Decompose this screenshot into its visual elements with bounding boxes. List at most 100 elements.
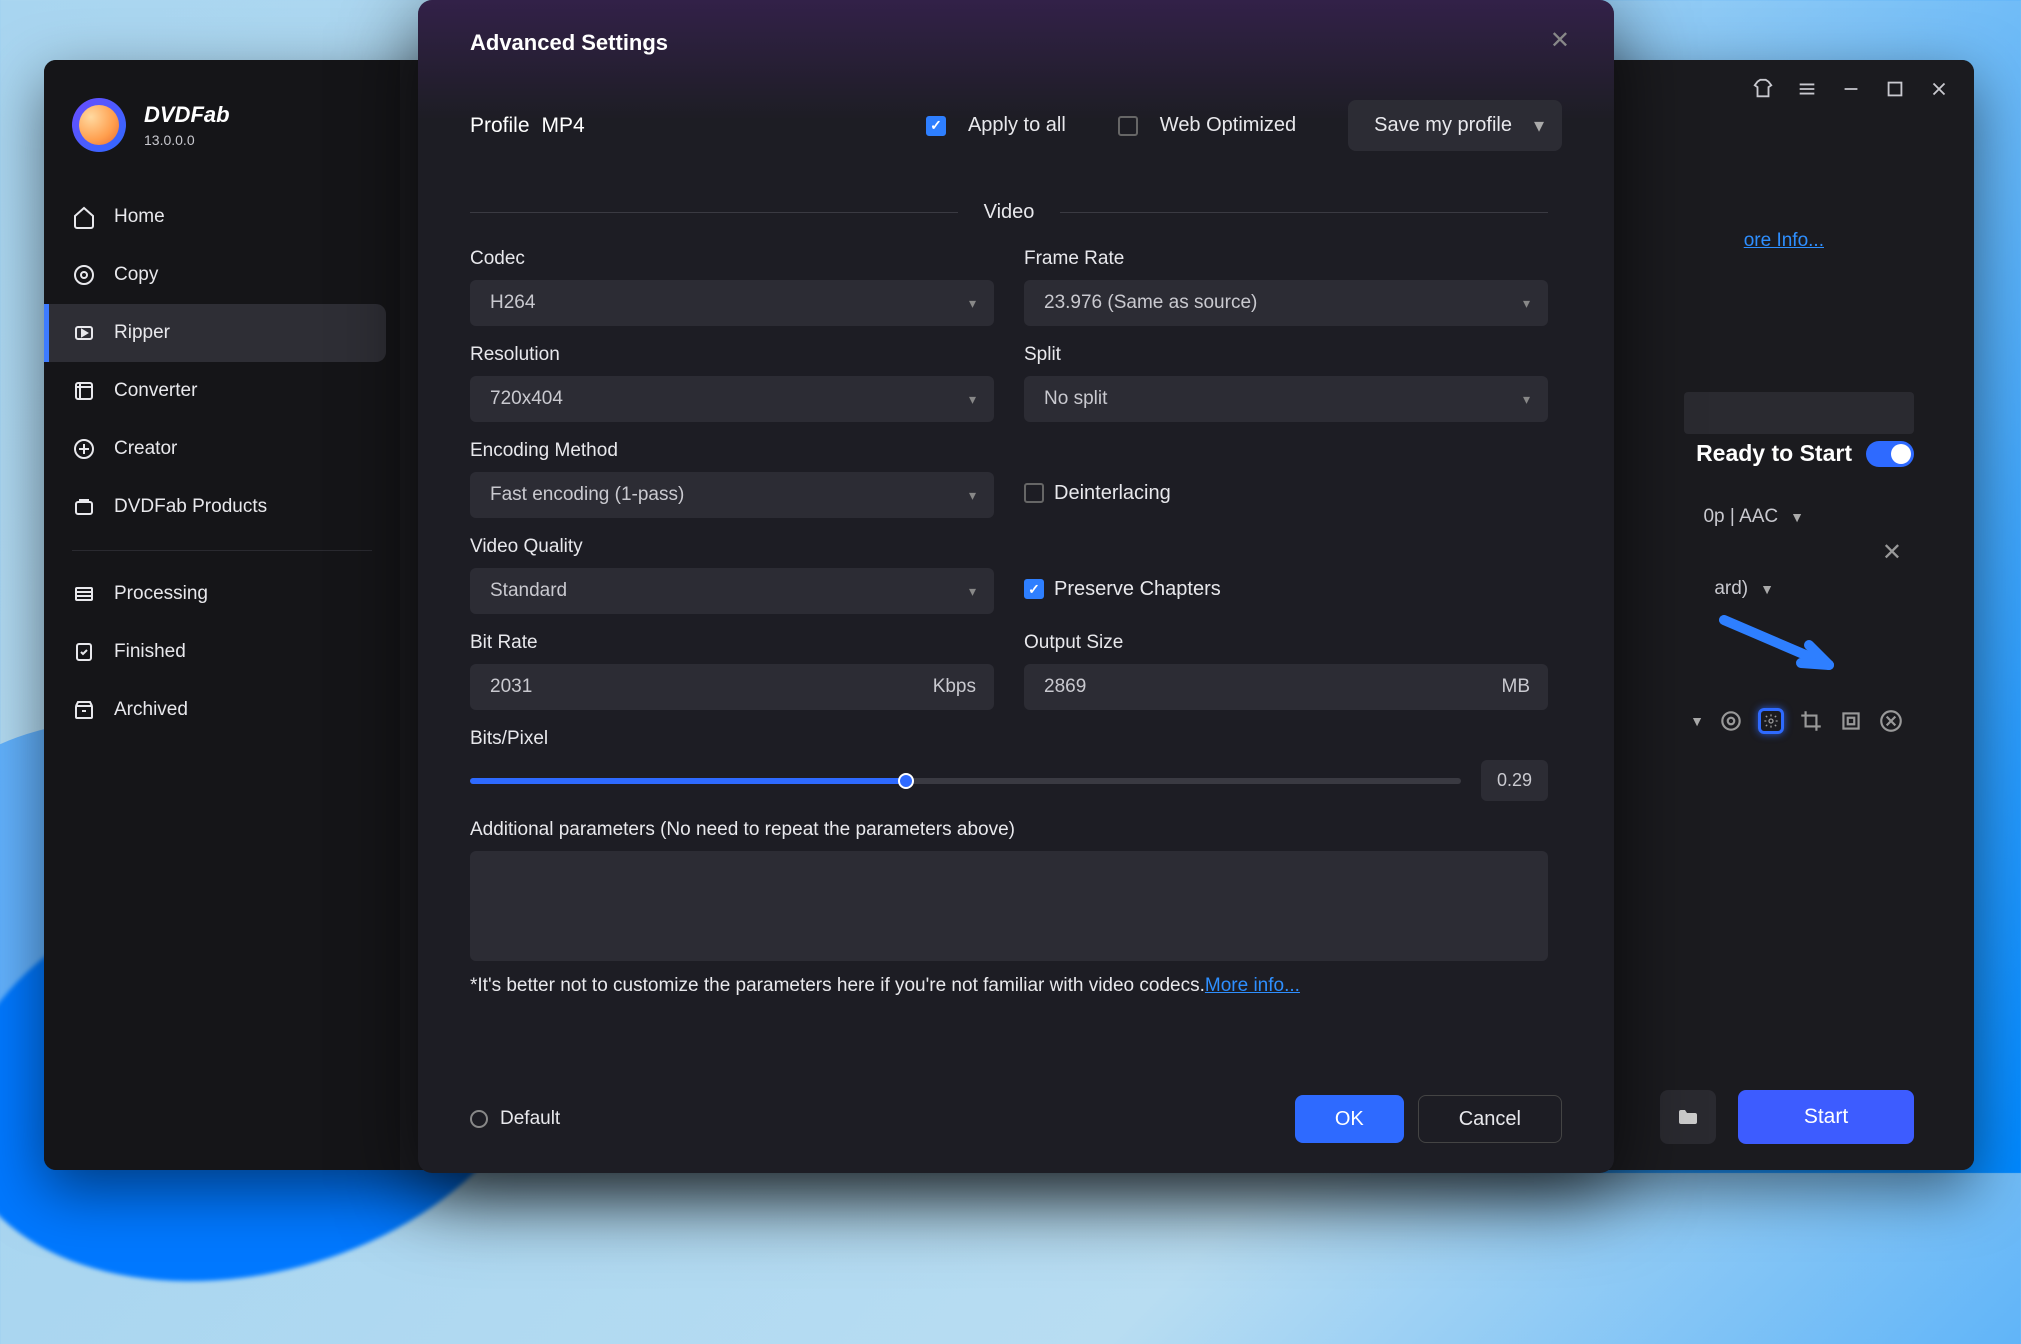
chevron-down-icon[interactable]: ▼ <box>1760 581 1774 597</box>
target-icon[interactable] <box>1718 708 1744 734</box>
encoding-value: Fast encoding (1-pass) <box>490 484 684 506</box>
advanced-settings-dialog: Advanced Settings ✕ Profile MP4 Apply to… <box>418 0 1614 1173</box>
sidebar-label: DVDFab Products <box>114 496 267 518</box>
resolution-value: 720x404 <box>490 388 563 410</box>
framerate-value: 23.976 (Same as source) <box>1044 292 1257 314</box>
quality-value: Standard <box>490 580 567 602</box>
sidebar-label: Home <box>114 206 165 228</box>
outputsize-input[interactable]: 2869 MB <box>1024 664 1548 710</box>
ripper-icon <box>72 321 96 345</box>
sidebar-item-ripper[interactable]: Ripper <box>44 304 386 362</box>
arrow-annotation-icon <box>1719 615 1839 675</box>
default-radio[interactable] <box>470 1110 488 1128</box>
apply-to-all-checkbox[interactable] <box>926 116 946 136</box>
archived-icon <box>72 698 96 722</box>
deinterlacing-checkbox[interactable] <box>1024 483 1044 503</box>
brand: DVDFab 13.0.0.0 <box>44 98 400 152</box>
split-label: Split <box>1024 344 1548 366</box>
codec-select[interactable]: H264 <box>470 280 994 326</box>
dialog-title: Advanced Settings <box>470 30 1562 56</box>
sidebar-item-converter[interactable]: Converter <box>44 362 400 420</box>
hint-text: *It's better not to customize the parame… <box>470 975 1205 996</box>
minimize-icon[interactable] <box>1840 78 1862 100</box>
sidebar-item-archived[interactable]: Archived <box>44 681 400 739</box>
crop-icon[interactable] <box>1798 708 1824 734</box>
sidebar-label: Creator <box>114 438 177 460</box>
sidebar-item-home[interactable]: Home <box>44 188 400 246</box>
encoding-label: Encoding Method <box>470 440 994 462</box>
split-value: No split <box>1044 388 1107 410</box>
menu-icon[interactable] <box>1796 78 1818 100</box>
deinterlacing-label: Deinterlacing <box>1054 482 1171 505</box>
web-optimized-checkbox[interactable] <box>1118 116 1138 136</box>
preserve-chapters-label: Preserve Chapters <box>1054 578 1221 601</box>
remove-item-icon[interactable]: ✕ <box>1882 538 1902 567</box>
quality-label: Video Quality <box>470 536 994 558</box>
shirt-icon[interactable] <box>1752 78 1774 100</box>
bitspixel-label: Bits/Pixel <box>470 728 1548 750</box>
save-profile-label: Save my profile <box>1374 114 1512 137</box>
encoding-select[interactable]: Fast encoding (1-pass) <box>470 472 994 518</box>
bitspixel-value: 0.29 <box>1481 760 1548 801</box>
products-icon <box>72 495 96 519</box>
more-info-link[interactable]: More info... <box>1205 975 1300 996</box>
brand-name: DVDFab <box>144 102 230 128</box>
start-button[interactable]: Start <box>1738 1090 1914 1144</box>
brand-logo-icon <box>72 98 126 152</box>
bitrate-unit: Kbps <box>933 676 976 698</box>
web-optimized-label: Web Optimized <box>1160 114 1296 137</box>
copy-icon <box>72 263 96 287</box>
converter-icon <box>72 379 96 403</box>
profile-label: Profile <box>470 114 530 138</box>
quality-select[interactable]: Standard <box>470 568 994 614</box>
ok-button[interactable]: OK <box>1295 1095 1404 1143</box>
input-partial[interactable] <box>1684 392 1914 434</box>
sidebar-item-finished[interactable]: Finished <box>44 623 400 681</box>
outputsize-unit: MB <box>1502 676 1531 698</box>
sidebar-item-creator[interactable]: Creator <box>44 420 400 478</box>
sidebar-label: Finished <box>114 641 186 663</box>
ready-toggle[interactable] <box>1866 441 1914 467</box>
sidebar: DVDFab 13.0.0.0 Home Copy Ripper Convert… <box>44 60 400 1170</box>
codec-label: Codec <box>470 248 994 270</box>
framerate-select[interactable]: 23.976 (Same as source) <box>1024 280 1548 326</box>
ready-to-start-label: Ready to Start <box>1696 440 1852 467</box>
preserve-chapters-checkbox[interactable] <box>1024 579 1044 599</box>
apply-to-all-label: Apply to all <box>968 114 1066 137</box>
sidebar-label: Processing <box>114 583 208 605</box>
more-info-link[interactable]: ore Info... <box>1744 230 1824 252</box>
cancel-circle-icon[interactable] <box>1878 708 1904 734</box>
sidebar-label: Converter <box>114 380 197 402</box>
chevron-down-icon[interactable]: ▼ <box>1790 509 1804 525</box>
sidebar-label: Archived <box>114 699 188 721</box>
maximize-icon[interactable] <box>1884 78 1906 100</box>
sidebar-label: Copy <box>114 264 158 286</box>
save-profile-button[interactable]: Save my profile <box>1348 100 1562 151</box>
processing-icon <box>72 582 96 606</box>
bitrate-input[interactable]: 2031 Kbps <box>470 664 994 710</box>
sidebar-label: Ripper <box>114 322 170 344</box>
format-chip: 0p | AAC <box>1703 506 1778 528</box>
expand-icon[interactable] <box>1838 708 1864 734</box>
sidebar-item-copy[interactable]: Copy <box>44 246 400 304</box>
video-section-label: Video <box>958 201 1061 224</box>
sidebar-item-processing[interactable]: Processing <box>44 565 400 623</box>
codec-value: H264 <box>490 292 535 314</box>
close-icon[interactable]: ✕ <box>1550 26 1570 55</box>
sidebar-item-products[interactable]: DVDFab Products <box>44 478 400 536</box>
resolution-select[interactable]: 720x404 <box>470 376 994 422</box>
output-folder-button[interactable] <box>1660 1090 1716 1144</box>
bitspixel-slider[interactable] <box>470 778 1461 784</box>
gear-icon[interactable] <box>1758 708 1784 734</box>
outputsize-label: Output Size <box>1024 632 1548 654</box>
cancel-button[interactable]: Cancel <box>1418 1095 1562 1143</box>
finished-icon <box>72 640 96 664</box>
additional-params-input[interactable] <box>470 851 1548 961</box>
outputsize-value: 2869 <box>1044 676 1086 698</box>
bitrate-value: 2031 <box>490 676 532 698</box>
chevron-down-icon[interactable]: ▼ <box>1690 713 1704 729</box>
creator-icon <box>72 437 96 461</box>
split-select[interactable]: No split <box>1024 376 1548 422</box>
framerate-label: Frame Rate <box>1024 248 1548 270</box>
close-icon[interactable] <box>1928 78 1950 100</box>
